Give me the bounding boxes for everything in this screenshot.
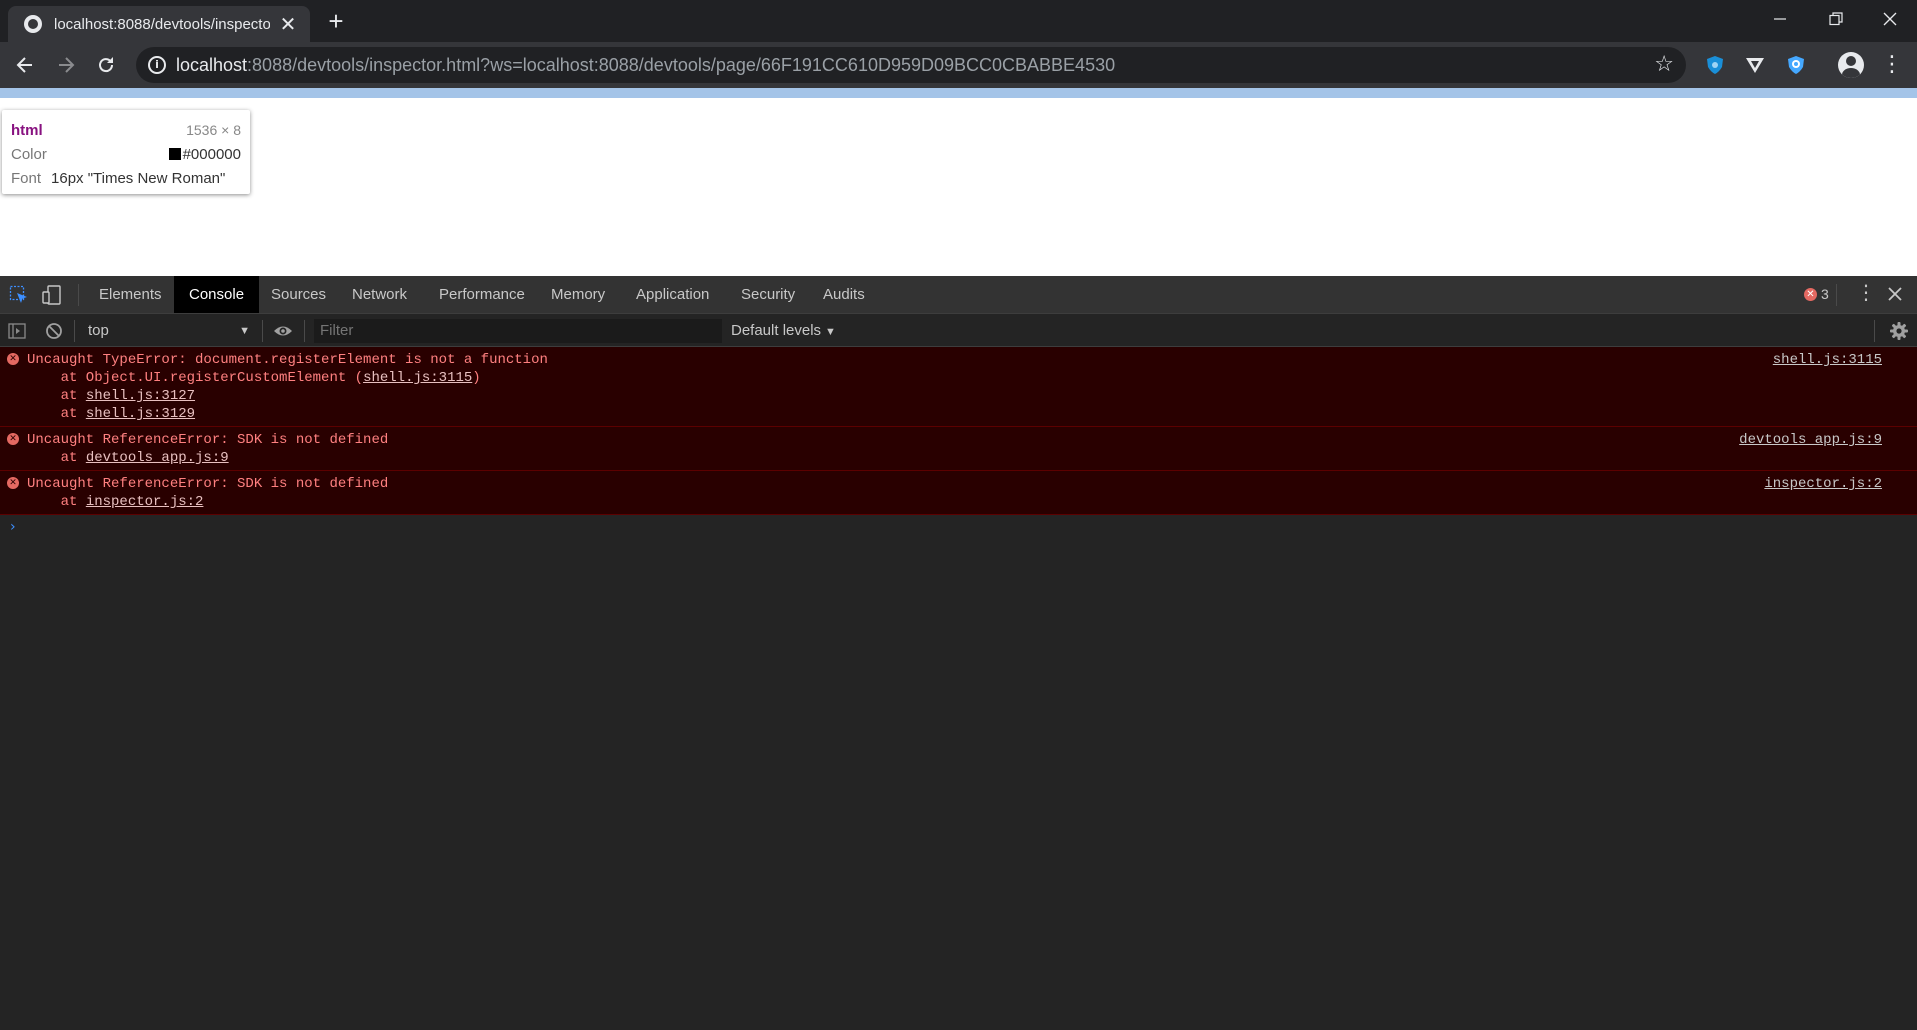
page-viewport: html 1536 × 8 Color #000000 Font 16px "T… [0, 88, 1917, 276]
divider [74, 320, 75, 342]
tab-title: localhost:8088/devtools/inspector.html?w… [54, 15, 270, 33]
devtools-menu-icon[interactable]: ⋮ [1856, 280, 1876, 304]
source-link[interactable]: devtools_app.js:9 [1739, 431, 1882, 449]
browser-tab[interactable]: localhost:8088/devtools/inspector.html?w… [8, 6, 310, 42]
globe-icon [24, 15, 42, 33]
tooltip-color-label: Color [11, 145, 47, 163]
error-icon: ✕ [7, 353, 19, 365]
tooltip-color-value: #000000 [182, 145, 241, 163]
divider [1836, 284, 1837, 306]
tab-memory[interactable]: Memory [536, 276, 620, 313]
v-extension-icon[interactable] [1745, 55, 1765, 75]
stack-frame: at shell.js:3127 [27, 388, 196, 404]
tooltip-font-label: Font [11, 169, 42, 187]
close-tab-icon[interactable]: ✕ [278, 12, 298, 37]
badge-extension-icon[interactable] [1786, 55, 1806, 75]
inspect-element-icon[interactable] [9, 285, 29, 305]
error-icon: ✕ [7, 477, 19, 489]
context-value: top [88, 322, 109, 339]
tab-performance[interactable]: Performance [424, 276, 540, 313]
inspect-tooltip: html 1536 × 8 Color #000000 Font 16px "T… [2, 110, 250, 194]
console-output: ✕ shell.js:3115 Uncaught TypeError: docu… [0, 347, 1917, 539]
stack-link[interactable]: shell.js:3115 [363, 370, 472, 386]
filter-input[interactable] [314, 319, 722, 343]
tab-network[interactable]: Network [337, 276, 422, 313]
chevron-down-icon: ▼ [825, 326, 836, 338]
console-error-message: ✕ devtools_app.js:9 Uncaught ReferenceEr… [0, 427, 1917, 471]
context-selector[interactable]: top ▼ [80, 320, 250, 342]
new-tab-button[interactable]: + [322, 7, 350, 35]
eye-icon[interactable] [273, 322, 293, 340]
reload-icon [99, 57, 114, 73]
arrow-left-icon [16, 57, 32, 73]
divider [262, 320, 263, 342]
address-url[interactable]: localhost:8088/devtools/inspector.html?w… [176, 55, 1115, 76]
shield-extension-icon[interactable] [1705, 55, 1725, 75]
error-icon: ✕ [7, 433, 19, 445]
tab-audits[interactable]: Audits [808, 276, 880, 313]
divider [1874, 320, 1875, 342]
stack-link[interactable]: devtools_app.js:9 [86, 450, 229, 466]
clear-console-icon[interactable] [45, 322, 63, 340]
source-link[interactable]: inspector.js:2 [1764, 475, 1882, 493]
avatar-icon[interactable] [1838, 52, 1864, 78]
forward-button[interactable] [50, 49, 82, 81]
device-toolbar-icon[interactable] [42, 285, 62, 305]
reload-button[interactable] [90, 49, 122, 81]
prompt-chevron-icon: › [10, 519, 16, 535]
info-icon[interactable]: i [148, 56, 166, 74]
log-levels-dropdown[interactable]: Default levels ▼ [731, 320, 836, 343]
kebab-icon[interactable]: ⋮ [1880, 50, 1904, 80]
gear-icon[interactable] [1889, 321, 1909, 341]
console-error-message: ✕ shell.js:3115 Uncaught TypeError: docu… [0, 347, 1917, 427]
devtools-close-icon[interactable] [1888, 279, 1902, 307]
element-highlight [0, 88, 1917, 98]
divider [304, 320, 305, 342]
console-prompt[interactable]: › [0, 515, 1917, 539]
devtools-tabbar: Elements Console Sources Network Perform… [0, 276, 1917, 314]
browser-tabstrip: localhost:8088/devtools/inspector.html?w… [0, 0, 1917, 42]
stack-frame: at devtools_app.js:9 [27, 450, 229, 466]
close-window-button[interactable] [1862, 0, 1917, 38]
stack-link[interactable]: shell.js:3129 [86, 406, 195, 422]
restore-window-button[interactable] [1808, 0, 1864, 38]
address-bar[interactable]: i localhost:8088/devtools/inspector.html… [136, 47, 1686, 83]
tab-console[interactable]: Console [174, 276, 260, 313]
stack-frame: at shell.js:3129 [27, 406, 196, 422]
stack-link[interactable]: inspector.js:2 [86, 494, 204, 510]
tooltip-dimensions: 1536 × 8 [186, 122, 241, 138]
stack-frame: at Object.UI.registerCustomElement (shel… [27, 370, 481, 386]
chevron-down-icon: ▼ [239, 325, 250, 337]
error-text: Uncaught ReferenceError: SDK is not defi… [27, 432, 389, 448]
console-error-message: ✕ inspector.js:2 Uncaught ReferenceError… [0, 471, 1917, 515]
tab-security[interactable]: Security [726, 276, 810, 313]
minimize-window-button[interactable] [1752, 0, 1808, 38]
tab-application[interactable]: Application [621, 276, 724, 313]
color-swatch [168, 148, 181, 160]
star-icon[interactable]: ☆ [1654, 52, 1674, 77]
tab-sources[interactable]: Sources [256, 276, 341, 313]
error-count-badge[interactable]: ✕ 3 [1804, 286, 1829, 302]
stack-link[interactable]: shell.js:3127 [86, 388, 195, 404]
error-icon: ✕ [1804, 287, 1817, 301]
browser-toolbar: i localhost:8088/devtools/inspector.html… [0, 42, 1917, 88]
log-levels-label: Default levels [731, 322, 822, 339]
stack-frame: at inspector.js:2 [27, 494, 204, 510]
error-text: Uncaught TypeError: document.registerEle… [27, 352, 548, 368]
error-text: Uncaught ReferenceError: SDK is not defi… [27, 476, 389, 492]
sidebar-toggle-icon[interactable] [8, 322, 26, 340]
tooltip-font-value: 16px "Times New Roman" [51, 169, 226, 187]
error-count: 3 [1821, 286, 1829, 302]
arrow-right-icon [59, 57, 75, 73]
tooltip-tag: html [11, 121, 43, 139]
divider [78, 284, 79, 306]
back-button[interactable] [9, 49, 41, 81]
source-link[interactable]: shell.js:3115 [1773, 351, 1882, 369]
console-toolbar: top ▼ Default levels▼ [0, 314, 1917, 347]
tab-elements[interactable]: Elements [84, 276, 177, 313]
